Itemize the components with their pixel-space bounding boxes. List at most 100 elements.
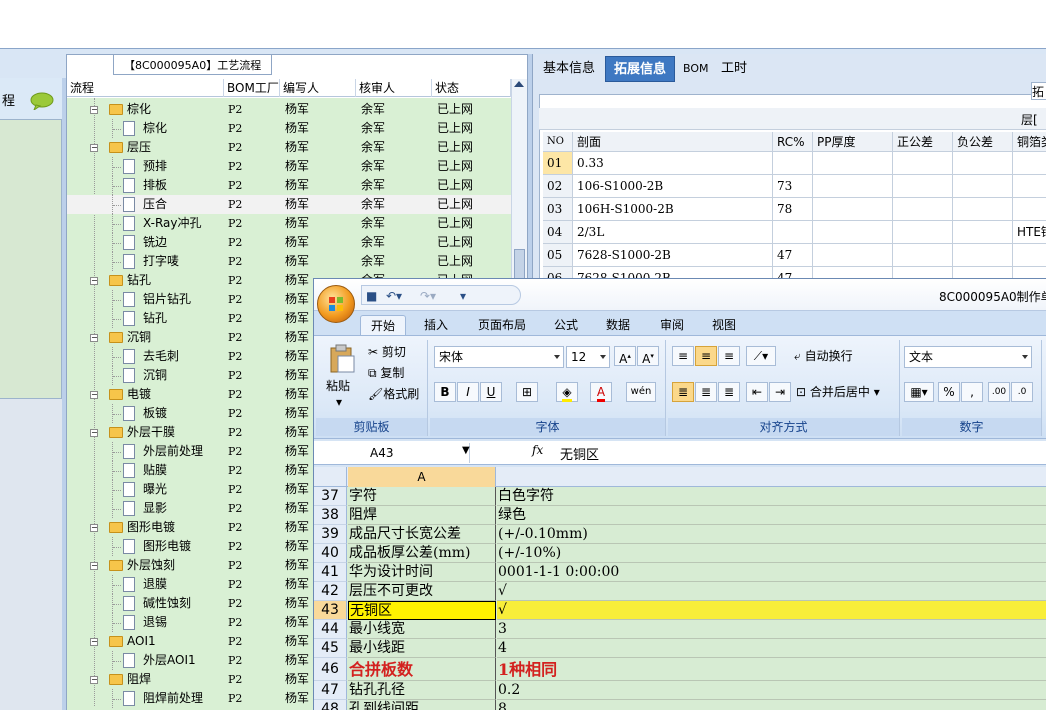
col-header-author[interactable]: 编写人 [280, 79, 356, 97]
expand-toggle-icon[interactable]: − [90, 334, 98, 342]
ribbon-tab-data[interactable]: 数据 [602, 315, 634, 335]
undo-icon[interactable]: ↶▾ [386, 289, 402, 303]
grid-cell-minus[interactable] [953, 175, 1013, 198]
insert-function-button[interactable]: fx [532, 443, 543, 457]
phonetic-button[interactable]: wén [626, 382, 656, 402]
number-format-select[interactable]: 文本 [904, 346, 1032, 368]
grid-cell-section[interactable]: 106-S1000-2B [573, 175, 773, 198]
tree-node-label[interactable]: 预排 [143, 157, 167, 176]
cell-a[interactable]: 字符 [348, 487, 496, 506]
grid-cell-foil[interactable] [1013, 244, 1046, 267]
tree-node-label[interactable]: 外层AOI1 [143, 651, 196, 670]
grid-cell-minus[interactable] [953, 152, 1013, 175]
expand-toggle-icon[interactable]: − [90, 106, 98, 114]
tree-node-label[interactable]: 铣边 [143, 233, 167, 252]
cell-a[interactable]: 成品尺寸长宽公差 [348, 525, 496, 544]
grid-cell-plus[interactable] [893, 175, 953, 198]
tree-row[interactable]: 铣边 P2 杨军 余军 已上网 [67, 233, 511, 252]
tree-node-label[interactable]: 排板 [143, 176, 167, 195]
cell-b[interactable]: 0.2 [497, 681, 1046, 700]
align-center-button[interactable]: ≣ [695, 382, 717, 402]
row-header[interactable]: 48 [314, 700, 347, 710]
grid-header-4[interactable]: 正公差 [893, 132, 953, 152]
cell-b[interactable]: √ [497, 601, 1046, 620]
bold-button[interactable]: B [434, 382, 456, 402]
grid-header-6[interactable]: 铜箔类 [1013, 132, 1046, 152]
tree-row[interactable]: 压合 P2 杨军 余军 已上网 [67, 195, 511, 214]
tree-row[interactable]: 棕化 P2 杨军 余军 已上网 [67, 119, 511, 138]
expand-toggle-icon[interactable]: − [90, 638, 98, 646]
grid-cell-section[interactable]: 2/3L [573, 221, 773, 244]
grid-cell-no[interactable]: 01 [543, 152, 573, 175]
grid-cell-section[interactable]: 106H-S1000-2B [573, 198, 773, 221]
tree-node-label[interactable]: 钻孔 [127, 271, 151, 290]
wrap-text-button[interactable]: ⤶ 自动换行 [794, 346, 853, 366]
borders-button[interactable]: ⊞ [516, 382, 538, 402]
col-header-bom-factory[interactable]: BOM工厂 [224, 79, 280, 97]
expand-toggle-icon[interactable]: − [90, 562, 98, 570]
underline-button[interactable]: U [480, 382, 502, 402]
redo-icon[interactable]: ↷▾ [420, 289, 436, 303]
cut-button[interactable]: ✂ 剪切 [368, 342, 406, 362]
row-header[interactable]: 45 [314, 639, 347, 658]
tree-node-label[interactable]: 棕化 [143, 119, 167, 138]
cell-b[interactable]: (+/-0.10mm) [497, 525, 1046, 544]
cell-a[interactable]: 华为设计时间 [348, 563, 496, 582]
cell-a[interactable]: 合拼板数 [348, 658, 496, 681]
cell-b[interactable]: (+/-10%) [497, 544, 1046, 563]
grow-font-button[interactable]: A▴ [614, 346, 636, 366]
col-header-reviewer[interactable]: 核审人 [356, 79, 432, 97]
cell-b[interactable]: √ [497, 582, 1046, 601]
tree-row[interactable]: 打字唛 P2 杨军 余军 已上网 [67, 252, 511, 271]
tree-node-label[interactable]: 外层干膜 [127, 423, 175, 442]
tree-node-label[interactable]: 外层蚀刻 [127, 556, 175, 575]
tree-node-label[interactable]: 电镀 [127, 385, 151, 404]
grid-cell-rc[interactable] [773, 152, 813, 175]
paste-icon[interactable] [328, 344, 356, 374]
grid-cell-pp[interactable] [813, 175, 893, 198]
grid-cell-pp[interactable] [813, 152, 893, 175]
tree-node-label[interactable]: 图形电镀 [143, 537, 191, 556]
tree-node-label[interactable]: 阻焊 [127, 670, 151, 689]
cell-a[interactable]: 最小线距 [348, 639, 496, 658]
cell-b[interactable]: 0001-1-1 0:00:00 [497, 563, 1046, 582]
align-right-button[interactable]: ≣ [718, 382, 740, 402]
tab-bom[interactable]: BOM [675, 56, 717, 82]
tree-row[interactable]: − 层压 P2 杨军 余军 已上网 [67, 138, 511, 157]
tree-node-label[interactable]: 沉铜 [143, 366, 167, 385]
cell-a[interactable]: 无铜区 [348, 601, 496, 620]
tree-node-label[interactable]: AOI1 [127, 632, 156, 651]
tree-row[interactable]: − 棕化 P2 杨军 余军 已上网 [67, 100, 511, 119]
cell-a[interactable]: 孔到线间距 [348, 700, 496, 710]
cell-a[interactable]: 钻孔孔径 [348, 681, 496, 700]
col-header-status[interactable]: 状态 [432, 79, 511, 97]
cell-b[interactable]: 1种相同 [497, 658, 1046, 681]
ribbon-tab-insert[interactable]: 插入 [420, 315, 452, 335]
decrease-indent-button[interactable]: ⇤ [746, 382, 768, 402]
ribbon-tab-home[interactable]: 开始 [360, 315, 407, 335]
align-left-button[interactable]: ≣ [672, 382, 694, 402]
expand-toggle-icon[interactable]: − [90, 429, 98, 437]
grid-header-5[interactable]: 负公差 [953, 132, 1013, 152]
grid-cell-no[interactable]: 05 [543, 244, 573, 267]
extended-subtab[interactable]: 拓 [1031, 82, 1046, 100]
scroll-thumb[interactable] [514, 249, 525, 279]
row-header[interactable]: 46 [314, 658, 347, 681]
tree-node-label[interactable]: X-Ray冲孔 [143, 214, 201, 233]
tree-node-label[interactable]: 板镀 [143, 404, 167, 423]
paste-dropdown-icon[interactable]: ▾ [336, 392, 342, 412]
row-header[interactable]: 42 [314, 582, 347, 601]
save-icon[interactable]: ■ [366, 289, 377, 303]
row-header[interactable]: 44 [314, 620, 347, 639]
ribbon-tab-formulas[interactable]: 公式 [550, 315, 582, 335]
cell-a[interactable]: 层压不可更改 [348, 582, 496, 601]
grid-cell-no[interactable]: 02 [543, 175, 573, 198]
italic-button[interactable]: I [457, 382, 479, 402]
row-header[interactable]: 47 [314, 681, 347, 700]
row-header[interactable]: 37 [314, 487, 347, 506]
tree-row[interactable]: X-Ray冲孔 P2 杨军 余军 已上网 [67, 214, 511, 233]
merge-center-button[interactable]: ⊡ 合并后居中 ▾ [796, 382, 880, 402]
grid-header-3[interactable]: PP厚度 [813, 132, 893, 152]
tree-node-label[interactable]: 去毛刺 [143, 347, 179, 366]
name-box[interactable]: A43 [314, 443, 470, 463]
